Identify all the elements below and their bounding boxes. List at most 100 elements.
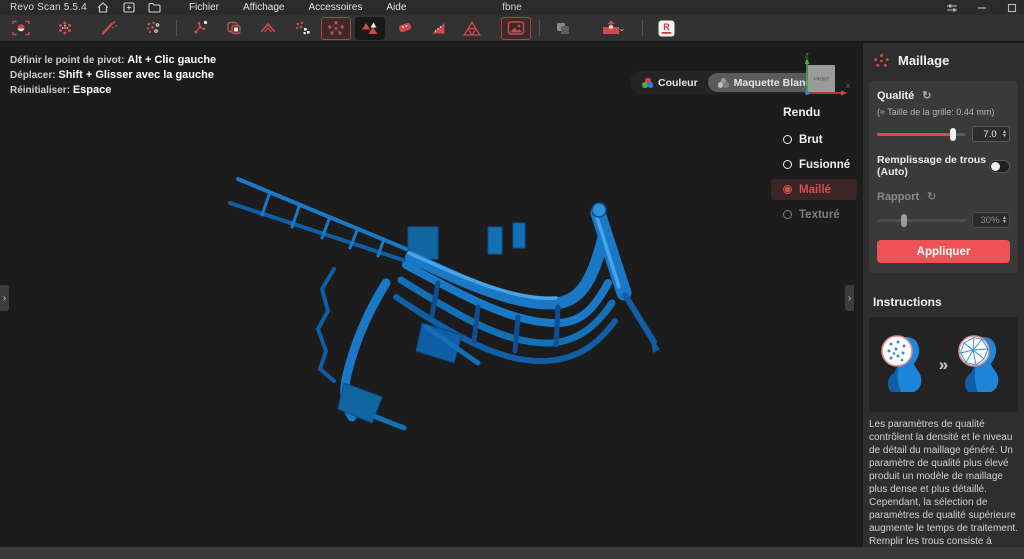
merge-icon[interactable] [219,17,249,40]
gray-dots-icon [718,78,729,88]
maximize-icon[interactable] [1004,1,1020,14]
meshed-bust-image [954,329,1010,401]
ratio-stepper: ▲▼ [1002,216,1007,224]
point-cloud-bust-image [877,329,933,401]
viewport-3d[interactable]: Définir le point de pivot: Alt + Clic ga… [0,43,861,547]
scan-icon[interactable] [6,17,36,40]
radio-icon [783,210,792,219]
menu-bar: Fichier Affichage Accessoires Aide [179,1,416,14]
ratio-slider [877,219,966,222]
chevron-right-icon: › [3,293,6,304]
stepper-down-icon: ▼ [1002,220,1007,224]
simplify-mesh-icon[interactable] [355,17,385,40]
apply-button[interactable]: Appliquer [877,240,1010,263]
mesh-icon[interactable] [321,17,351,40]
mesh-icon [873,53,890,68]
svg-text:R: R [663,22,670,32]
quality-value-box[interactable]: 7.0 ▲▼ [972,126,1010,142]
titlebar: Revo Scan 5.5.4 Fichier Affichage Access… [0,0,1024,15]
new-project-icon[interactable] [119,1,139,14]
bottom-panel-edge[interactable] [0,547,1024,559]
revopoint-logo-icon[interactable]: R [651,17,681,40]
revo-scan-window: Revo Scan 5.5.4 Fichier Affichage Access… [0,0,1024,559]
home-icon[interactable] [93,1,113,14]
quality-card: Qualité ↻ (≈ Taille de la grille: 0.44 m… [869,81,1018,273]
scanned-mesh-model[interactable] [226,165,696,435]
settings-icon[interactable] [944,1,960,14]
hole-filling-label: Remplissage de trous (Auto) [877,154,989,178]
overlap-detection-icon[interactable] [253,17,283,40]
reset-ratio-icon: ↻ [927,190,936,203]
quality-slider-row: 7.0 ▲▼ [877,126,1010,142]
hint-pivot: Définir le point de pivot: Alt + Clic ga… [10,53,216,68]
minimize-icon[interactable] [974,1,990,14]
toolbar: ⌄ R [0,15,1024,42]
eraser-icon[interactable] [389,17,419,40]
instructions-paragraph: Les paramètres de qualité contrôlent la … [869,418,1018,535]
hint-move: Déplacer: Shift + Glisser avec la gauche [10,68,216,83]
toggle-couleur[interactable]: Couleur [632,73,708,92]
export-icon[interactable]: ⌄ [592,17,634,40]
radio-icon [783,135,792,144]
point-cloud-icon[interactable] [50,17,80,40]
open-folder-icon[interactable] [145,1,165,14]
menu-aide[interactable]: Aide [376,1,416,14]
ratio-slider-handle [901,214,907,227]
quality-slider[interactable] [877,133,966,136]
compare-icon [548,17,578,40]
connect-points-icon[interactable] [185,17,215,40]
menu-affichage[interactable]: Affichage [233,1,295,14]
rgb-dots-icon [642,78,653,88]
ratio-slider-row: 30% ▲▼ [877,212,1010,228]
instructions-text: Les paramètres de qualité contrôlent la … [869,418,1018,559]
panel-title: Maillage [898,53,949,68]
instructions-illustration: » [869,317,1018,412]
reset-quality-icon[interactable]: ↻ [922,89,931,102]
ratio-label-row: Rapport ↻ [877,190,1010,203]
stepper-down-icon[interactable]: ▼ [1002,134,1007,138]
magic-wand-icon[interactable] [94,17,124,40]
ratio-label: Rapport [877,191,919,203]
radio-icon [783,185,792,194]
render-mode-title: Rendu [771,105,857,119]
chevron-down-icon: ⌄ [619,24,626,33]
slider-fill [877,133,953,136]
hint-reset: Réinitialiser: Espace [10,83,216,98]
grid-size-note: (≈ Taille de la grille: 0.44 mm) [877,107,1010,117]
isolate-points-icon[interactable] [138,17,168,40]
menu-fichier[interactable]: Fichier [179,1,229,14]
render-mode-texture: Texturé [771,204,857,225]
gizmo-z-label: Z [805,54,809,60]
fill-holes-icon[interactable] [423,17,453,40]
menu-accessoires[interactable]: Accessoires [298,1,372,14]
transform-arrow: » [939,355,948,375]
app-title: Revo Scan 5.5.4 [10,2,87,13]
left-panel-expand-handle[interactable]: › [0,285,9,311]
toggle-knob [991,162,1000,171]
texture-icon[interactable] [501,17,531,40]
radio-icon [783,160,792,169]
right-panel-collapse-handle[interactable]: › [845,285,854,311]
window-controls [944,0,1020,15]
mesh-settings-panel: Maillage Qualité ↻ (≈ Taille de la grill… [862,43,1024,547]
gizmo-front-label: FRONT [814,77,830,82]
hole-filling-row: Remplissage de trous (Auto) [877,154,1010,178]
viewport-hints: Définir le point de pivot: Alt + Clic ga… [10,53,216,98]
gizmo-x-label: X [846,84,850,90]
quality-label: Qualité [877,90,914,102]
subdivide-icon[interactable] [457,17,487,40]
sampling-icon[interactable] [287,17,317,40]
render-mode-maille[interactable]: Maillé [771,179,857,200]
instructions-title: Instructions [873,295,1014,309]
quality-stepper[interactable]: ▲▼ [1002,130,1007,138]
render-mode-fusionne[interactable]: Fusionné [771,154,857,175]
axis-gizmo[interactable]: FRONT Z X [798,53,850,103]
ratio-value-box: 30% ▲▼ [972,212,1010,228]
chevron-right-icon: › [848,293,851,304]
ratio-value: 30% [978,215,1002,226]
quality-slider-handle[interactable] [950,128,956,141]
hole-filling-toggle[interactable] [989,160,1010,173]
panel-header: Maillage [863,43,1024,77]
render-mode-group: Rendu Brut Fusionné Maillé Texturé [771,105,857,229]
render-mode-brut[interactable]: Brut [771,129,857,150]
